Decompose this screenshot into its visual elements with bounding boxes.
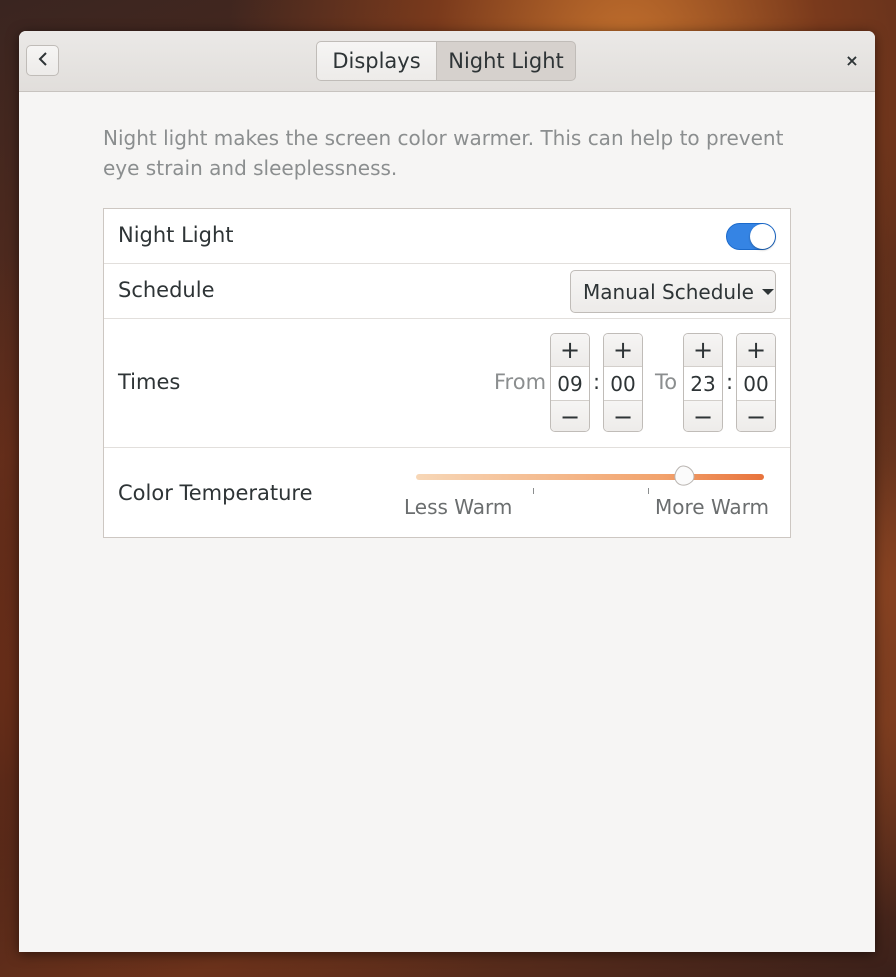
chevron-left-icon xyxy=(37,51,49,71)
back-button[interactable] xyxy=(26,45,59,76)
to-minute-increment-button[interactable]: + xyxy=(737,334,775,367)
to-hour-value[interactable]: 23 xyxy=(684,367,722,400)
slider-tick xyxy=(648,488,649,494)
to-label: To xyxy=(655,370,678,394)
night-light-switch[interactable] xyxy=(726,223,776,250)
from-hour-spinner: + 09 − xyxy=(550,333,590,432)
color-temperature-label: Color Temperature xyxy=(118,481,313,505)
schedule-row: Schedule Manual Schedule xyxy=(104,264,790,319)
color-temperature-slider[interactable] xyxy=(416,474,764,480)
settings-window: Displays Night Light × Night light makes… xyxy=(19,31,875,952)
close-icon: × xyxy=(845,50,859,70)
from-minute-decrement-button[interactable]: − xyxy=(604,400,642,431)
settings-list: Night Light Schedule Manual Schedule Tim… xyxy=(103,208,791,538)
schedule-label: Schedule xyxy=(118,278,215,302)
slider-handle[interactable] xyxy=(669,461,699,491)
more-warm-label: More Warm xyxy=(655,495,770,519)
stack-switcher: Displays Night Light xyxy=(316,41,576,81)
headerbar: Displays Night Light × xyxy=(19,31,875,92)
tab-night-light[interactable]: Night Light xyxy=(437,41,576,81)
to-hour-increment-button[interactable]: + xyxy=(684,334,722,367)
to-hour-spinner: + 23 − xyxy=(683,333,723,432)
from-label: From xyxy=(494,370,547,394)
to-hour-decrement-button[interactable]: − xyxy=(684,400,722,431)
times-label: Times xyxy=(118,370,181,394)
from-minute-value[interactable]: 00 xyxy=(604,367,642,400)
description-text: Night light makes the screen color warme… xyxy=(103,126,784,180)
color-temperature-row: Color Temperature Less Warm More Warm xyxy=(104,448,790,537)
from-hour-value[interactable]: 09 xyxy=(551,367,589,400)
tab-displays[interactable]: Displays xyxy=(316,41,437,81)
night-light-row: Night Light xyxy=(104,209,790,264)
from-minute-spinner: + 00 − xyxy=(603,333,643,432)
slider-tick xyxy=(533,488,534,494)
from-separator: : xyxy=(593,370,601,394)
less-warm-label: Less Warm xyxy=(404,495,513,519)
to-minute-value[interactable]: 00 xyxy=(737,367,775,400)
to-minute-decrement-button[interactable]: − xyxy=(737,400,775,431)
close-button[interactable]: × xyxy=(839,46,865,74)
to-separator: : xyxy=(726,370,734,394)
switch-knob xyxy=(750,224,775,249)
to-minute-spinner: + 00 − xyxy=(736,333,776,432)
dropdown-arrow-icon xyxy=(761,288,774,295)
times-row: Times From + 09 − : + 00 − To + 23 − : + xyxy=(104,319,790,448)
schedule-value: Manual Schedule xyxy=(583,279,754,304)
schedule-dropdown[interactable]: Manual Schedule xyxy=(570,270,776,313)
from-hour-decrement-button[interactable]: − xyxy=(551,400,589,431)
from-hour-increment-button[interactable]: + xyxy=(551,334,589,367)
from-minute-increment-button[interactable]: + xyxy=(604,334,642,367)
night-light-label: Night Light xyxy=(118,223,234,247)
